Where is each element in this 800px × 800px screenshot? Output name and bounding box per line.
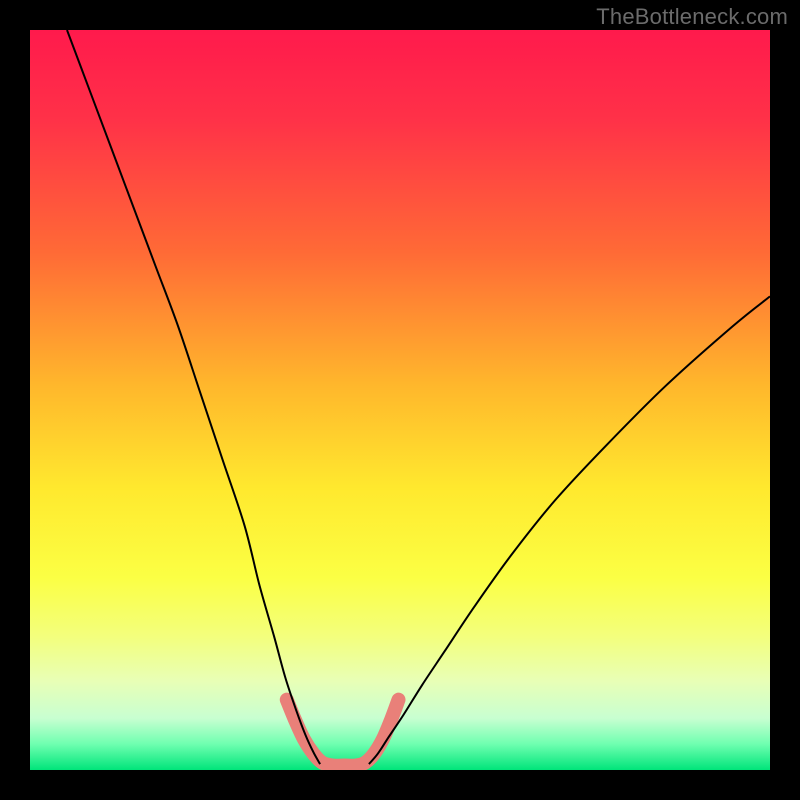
bottleneck-chart (0, 0, 800, 800)
chart-stage: TheBottleneck.com (0, 0, 800, 800)
plot-background (30, 30, 770, 770)
watermark-text: TheBottleneck.com (596, 4, 788, 30)
